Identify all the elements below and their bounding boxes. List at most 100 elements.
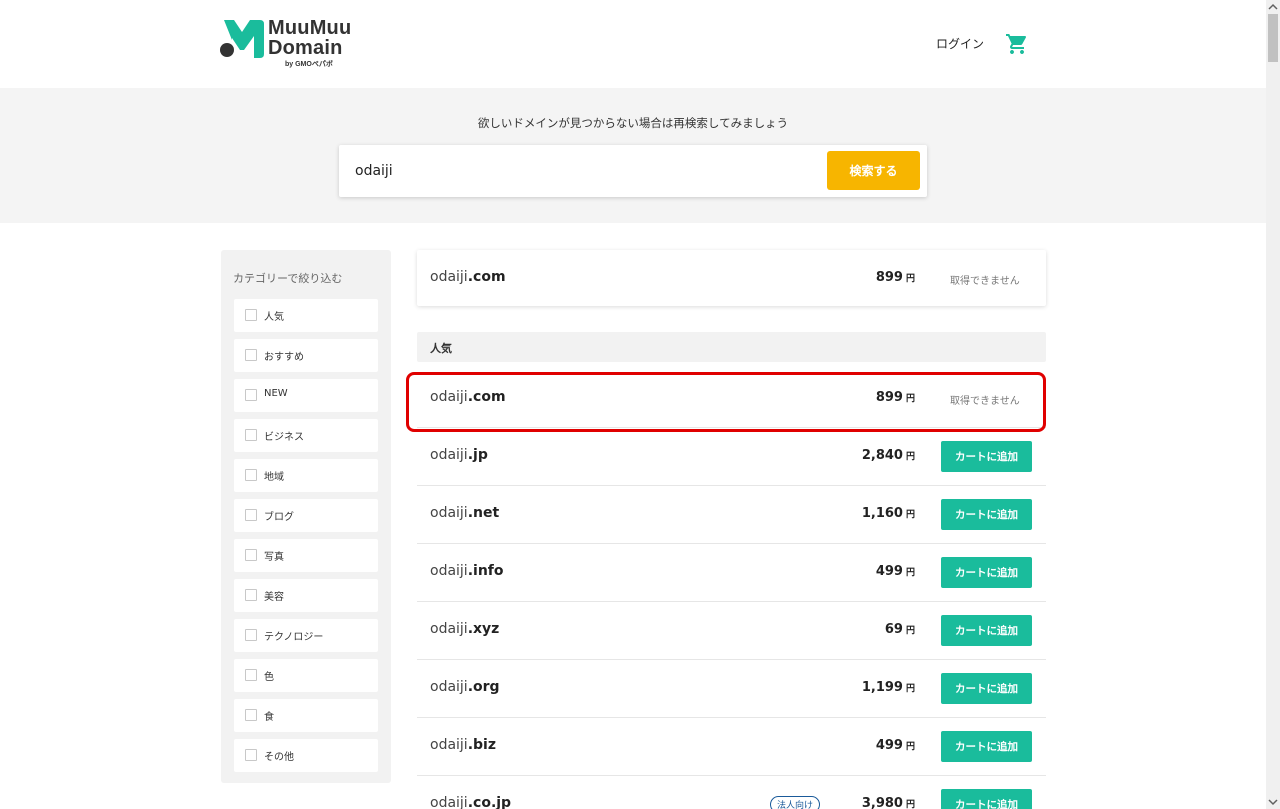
domain-tld: .net <box>467 505 500 521</box>
cart-icon[interactable] <box>1005 32 1029 56</box>
price-unit: 円 <box>905 568 915 578</box>
category-label: 写真 <box>264 552 284 563</box>
domain-price: 499 円 <box>876 738 915 753</box>
domain-name: odaiji.biz <box>430 737 496 753</box>
checkbox[interactable] <box>245 509 257 521</box>
domain-price: 69 円 <box>885 622 915 637</box>
muumuu-logo[interactable]: MuuMuu Domain by GMOペパボ <box>220 18 360 70</box>
category-new[interactable]: NEW <box>234 379 378 412</box>
domain-label: odaiji <box>430 795 468 809</box>
add-to-cart-button[interactable]: カートに追加 <box>941 441 1032 472</box>
category-label: その他 <box>264 752 294 763</box>
domain-name: odaiji.net <box>430 505 499 521</box>
category-recommended[interactable]: おすすめ <box>234 339 378 372</box>
category-label: おすすめ <box>264 352 304 363</box>
result-row: odaiji.jp 2,840 円 カートに追加 <box>417 428 1046 486</box>
checkbox[interactable] <box>245 309 257 321</box>
checkbox[interactable] <box>245 349 257 361</box>
result-row: odaiji.biz 499 円 カートに追加 <box>417 718 1046 776</box>
category-food[interactable]: 食 <box>234 699 378 732</box>
scroll-down-icon[interactable] <box>1266 795 1280 809</box>
logo-mark-icon <box>220 20 264 58</box>
scrollbar-thumb[interactable] <box>1268 14 1278 62</box>
domain-price: 899 円 <box>876 270 915 285</box>
checkbox[interactable] <box>245 589 257 601</box>
domain-price: 1,199 円 <box>862 680 915 695</box>
checkbox[interactable] <box>245 389 257 401</box>
price-unit: 円 <box>905 742 915 752</box>
category-label: 地域 <box>264 472 284 483</box>
domain-label: odaiji <box>430 447 468 463</box>
add-to-cart-button[interactable]: カートに追加 <box>941 557 1032 588</box>
domain-price: 499 円 <box>876 564 915 579</box>
checkbox[interactable] <box>245 709 257 721</box>
price-unit: 円 <box>905 626 915 636</box>
checkbox[interactable] <box>245 469 257 481</box>
price-unit: 円 <box>905 452 915 462</box>
domain-price: 2,840 円 <box>862 448 915 463</box>
price-value: 3,980 <box>861 796 903 809</box>
domain-name: odaiji.com <box>430 269 506 285</box>
domain-label: odaiji <box>430 269 468 285</box>
checkbox[interactable] <box>245 429 257 441</box>
result-row: odaiji.co.jp 法人向け 3,980 円 カートに追加 <box>417 776 1046 809</box>
price-unit: 円 <box>905 800 915 809</box>
result-row: odaiji.net 1,160 円 カートに追加 <box>417 486 1046 544</box>
category-technology[interactable]: テクノロジー <box>234 619 378 652</box>
domain-label: odaiji <box>430 737 468 753</box>
add-to-cart-button[interactable]: カートに追加 <box>941 673 1032 704</box>
search-hint: 欲しいドメインが見つからない場合は再検索してみましょう <box>477 116 789 130</box>
category-blog[interactable]: ブログ <box>234 499 378 532</box>
category-label: 人気 <box>264 312 284 323</box>
category-popular[interactable]: 人気 <box>234 299 378 332</box>
add-to-cart-button[interactable]: カートに追加 <box>941 615 1032 646</box>
category-beauty[interactable]: 美容 <box>234 579 378 612</box>
corporate-badge: 法人向け <box>770 796 821 809</box>
domain-name: odaiji.co.jp <box>430 795 511 809</box>
domain-tld: .co.jp <box>467 795 512 809</box>
result-row: odaiji.xyz 69 円 カートに追加 <box>417 602 1046 660</box>
site-header: MuuMuu Domain by GMOペパボ ログイン <box>0 0 1266 88</box>
scroll-up-icon[interactable] <box>1266 0 1280 14</box>
category-color[interactable]: 色 <box>234 659 378 692</box>
checkbox[interactable] <box>245 629 257 641</box>
login-link[interactable]: ログイン <box>936 35 984 52</box>
search-button[interactable]: 検索する <box>827 151 920 190</box>
price-value: 899 <box>875 270 903 285</box>
category-label: 食 <box>264 712 274 723</box>
domain-tld: .info <box>467 563 504 579</box>
price-value: 499 <box>875 738 903 753</box>
domain-tld: .jp <box>467 447 488 463</box>
category-other[interactable]: その他 <box>234 739 378 772</box>
add-to-cart-button[interactable]: カートに追加 <box>941 499 1032 530</box>
category-label: NEW <box>264 388 288 399</box>
price-unit: 円 <box>905 510 915 520</box>
category-region[interactable]: 地域 <box>234 459 378 492</box>
top-result-card: odaiji.com 899 円 取得できません <box>417 250 1046 306</box>
domain-price: 3,980 円 <box>862 796 915 809</box>
add-to-cart-button[interactable]: カートに追加 <box>941 731 1032 762</box>
category-filter-sidebar: カテゴリーで絞り込む 人気 おすすめ NEW ビジネス 地域 ブログ 写真 美容… <box>221 250 391 783</box>
search-input[interactable] <box>355 155 815 187</box>
category-business[interactable]: ビジネス <box>234 419 378 452</box>
vertical-scrollbar[interactable] <box>1266 0 1280 809</box>
category-photo[interactable]: 写真 <box>234 539 378 572</box>
add-to-cart-button[interactable]: カートに追加 <box>941 789 1032 809</box>
category-label: 色 <box>264 672 274 683</box>
domain-label: odaiji <box>430 679 468 695</box>
price-unit: 円 <box>905 684 915 694</box>
highlight-annotation <box>406 372 1046 432</box>
domain-tld: .biz <box>467 737 496 753</box>
domain-tld: .xyz <box>467 621 500 637</box>
search-box: 検索する <box>339 145 927 197</box>
domain-price: 1,160 円 <box>862 506 915 521</box>
domain-name: odaiji.org <box>430 679 500 695</box>
domain-label: odaiji <box>430 505 468 521</box>
checkbox[interactable] <box>245 749 257 761</box>
checkbox[interactable] <box>245 549 257 561</box>
unavailable-label: 取得できません <box>950 276 1020 287</box>
sidebar-title: カテゴリーで絞り込む <box>233 272 343 285</box>
category-label: 美容 <box>264 592 284 603</box>
checkbox[interactable] <box>245 669 257 681</box>
price-value: 499 <box>875 564 903 579</box>
